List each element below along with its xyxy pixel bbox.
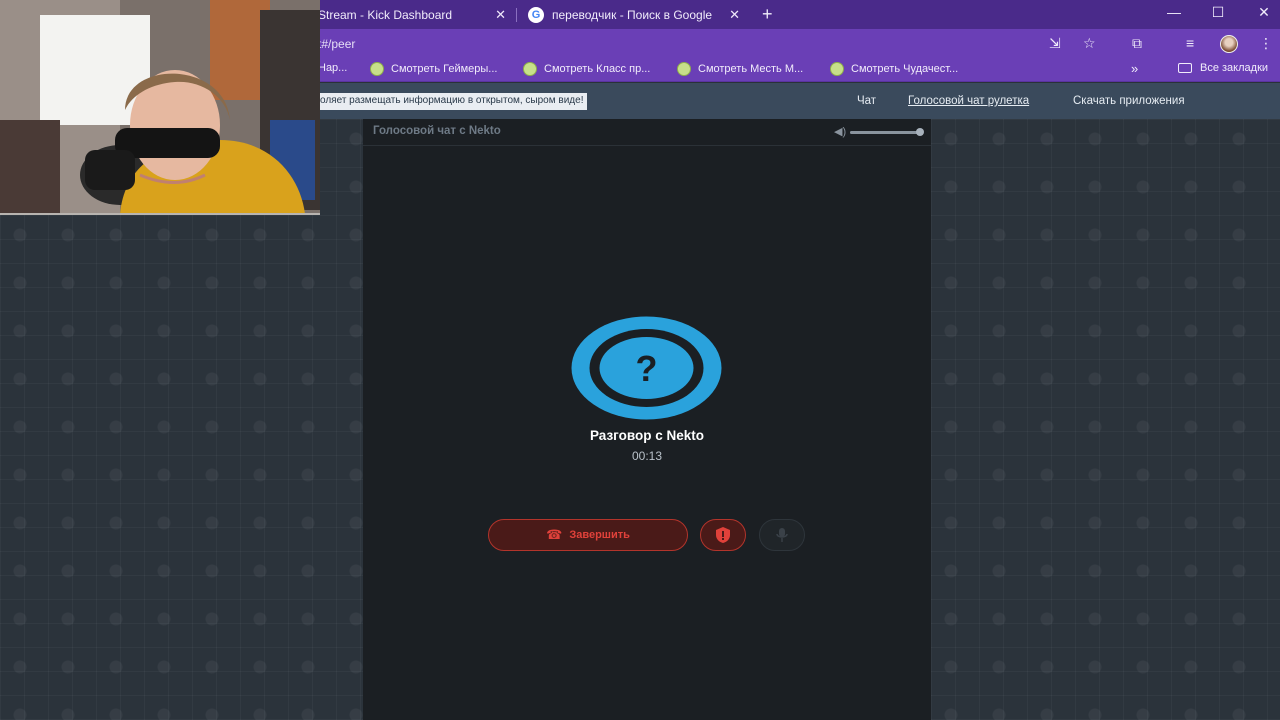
peer-avatar-question-icon: ? <box>571 316 722 420</box>
all-bookmarks-label: Все закладки <box>1200 62 1269 74</box>
microphone-icon <box>776 528 788 542</box>
mute-microphone-button[interactable] <box>759 519 805 551</box>
bookmark-favicon-icon <box>370 62 384 76</box>
notice-banner: оляет размещать информацию в открытом, с… <box>318 93 588 110</box>
tab-title: Stream - Kick Dashboard <box>318 7 453 22</box>
bookmark-item[interactable]: Смотреть Месть М... <box>677 62 803 76</box>
nav-download-apps-link[interactable]: Скачать приложения <box>1073 95 1185 107</box>
call-timer: 00:13 <box>631 449 663 463</box>
minimize-icon[interactable]: — <box>1164 4 1184 20</box>
volume-slider-handle[interactable] <box>916 128 924 136</box>
bookmark-label: Смотреть Чудачест... <box>851 63 959 75</box>
shield-icon <box>716 527 730 543</box>
nav-chat-link[interactable]: Чат <box>857 95 876 107</box>
report-button[interactable] <box>700 519 746 551</box>
end-call-label: Завершить <box>569 529 630 541</box>
tab-separator <box>516 8 517 22</box>
volume-slider[interactable] <box>850 131 920 134</box>
media-control-icon[interactable]: ≡ <box>1186 35 1194 51</box>
peer-name: Разговор с Nekto <box>589 428 705 443</box>
tab-google-search[interactable]: G переводчик - Поиск в Google ✕ <box>522 0 748 29</box>
extensions-icon[interactable]: ⧉ <box>1132 35 1142 52</box>
end-call-button[interactable]: ☎ Завершить <box>488 519 688 551</box>
nav-voice-roulette-link[interactable]: Голосовой чат рулетка <box>908 95 1029 107</box>
browser-menu-icon[interactable]: ⋮ <box>1259 35 1273 52</box>
tab-close-icon[interactable]: ✕ <box>729 7 740 23</box>
bookmark-star-icon[interactable]: ☆ <box>1083 35 1096 52</box>
install-app-icon[interactable]: ⇲ <box>1049 35 1061 52</box>
volume-slider-fill <box>850 131 920 134</box>
background-pattern-right <box>931 119 1280 720</box>
tab-close-icon[interactable]: ✕ <box>495 7 506 23</box>
bookmark-favicon-icon <box>830 62 844 76</box>
bookmark-label: Смотреть Класс пр... <box>544 63 651 75</box>
bookmark-favicon-icon <box>523 62 537 76</box>
bookmark-label: Смотреть Месть М... <box>698 63 804 75</box>
panel-title: Голосовой чат с Nekto <box>373 125 501 137</box>
bookmark-item[interactable]: Смотреть Геймеры... <box>370 62 497 76</box>
volume-icon[interactable]: ◀) <box>834 125 846 138</box>
close-window-icon[interactable]: ✕ <box>1254 4 1274 21</box>
maximize-icon[interactable]: ☐ <box>1208 4 1228 21</box>
avatar-symbol: ? <box>636 348 658 389</box>
profile-avatar[interactable] <box>1220 35 1238 53</box>
phone-hangup-icon: ☎ <box>546 527 563 542</box>
streamer-webcam-overlay <box>0 0 320 214</box>
webcam-border <box>0 213 320 215</box>
all-bookmarks-button[interactable]: Все закладки <box>1178 62 1268 74</box>
screen: Stream - Kick Dashboard ✕ G переводчик -… <box>0 0 1280 720</box>
tab-title: переводчик - Поиск в Google <box>552 7 713 22</box>
bookmark-favicon-icon <box>677 62 691 76</box>
bookmark-label: Смотреть Геймеры... <box>391 63 498 75</box>
new-tab-button[interactable]: + <box>762 4 773 25</box>
bookmarks-overflow-button[interactable]: » <box>1131 61 1138 76</box>
bookmark-item[interactable]: Нар... <box>318 62 347 74</box>
url-field[interactable]: t#/peer <box>318 37 355 51</box>
tab-kick-dashboard[interactable]: Stream - Kick Dashboard ✕ <box>318 0 514 29</box>
bookmark-item[interactable]: Смотреть Класс пр... <box>523 62 650 76</box>
bookmark-item[interactable]: Смотреть Чудачест... <box>830 62 958 76</box>
panel-header: Голосовой чат с Nekto ◀) <box>363 119 931 146</box>
webcam-image <box>0 0 320 214</box>
google-icon: G <box>528 6 544 23</box>
voice-call-panel: Голосовой чат с Nekto ◀) ? Разговор с Ne… <box>363 119 931 720</box>
bookmark-label: Нар... <box>318 62 348 74</box>
folder-icon <box>1178 63 1192 73</box>
